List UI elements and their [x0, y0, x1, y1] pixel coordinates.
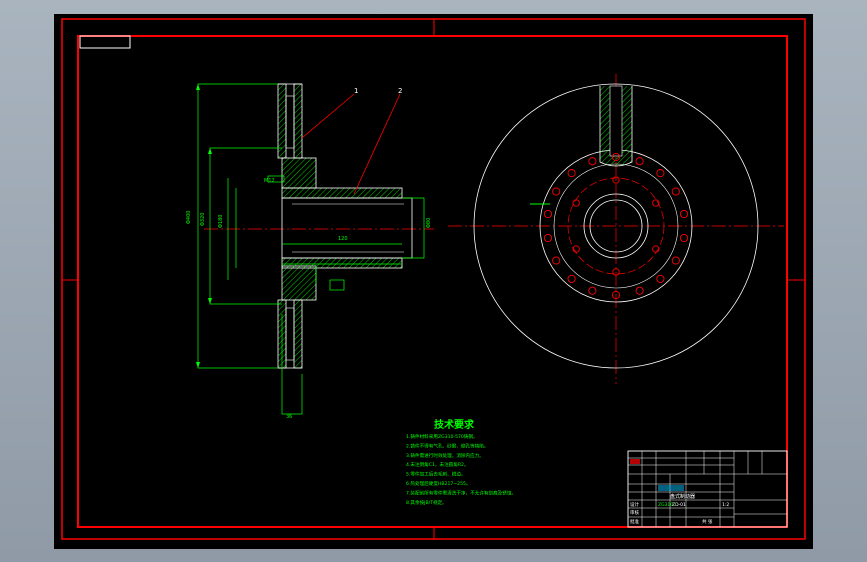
bolt-hole — [635, 286, 644, 295]
hub-sleeve-lower — [281, 257, 403, 269]
bolt-hole — [656, 274, 665, 283]
bolt-hole — [671, 187, 680, 196]
leader-line-2 — [353, 93, 401, 195]
title-block-sheet: 共 张 — [702, 518, 713, 525]
svg-text:36: 36 — [286, 414, 292, 420]
hub-flange-upper — [281, 157, 317, 189]
tech-requirement-line: 4.未注倒角C1，未注圆角R2。 — [406, 461, 469, 468]
svg-text:120: 120 — [338, 236, 348, 242]
dimension-lines — [197, 83, 425, 415]
tech-requirement-line: 1.铸件材料采用ZG310-570铸钢。 — [406, 433, 478, 440]
svg-text:Φ180: Φ180 — [218, 215, 224, 228]
bolt-hole — [572, 199, 580, 207]
svg-text:Φ80: Φ80 — [426, 218, 432, 228]
bolt-hole — [656, 169, 665, 178]
leader-tag-1: 1 — [354, 87, 358, 95]
drawing-number-box — [79, 35, 131, 49]
bolt-hole — [679, 209, 689, 219]
bolt-hole — [588, 286, 597, 295]
svg-text:Φ320: Φ320 — [200, 213, 206, 226]
tech-requirement-line: 2.铸件不得有气孔、砂眼、缩孔等缺陷。 — [406, 442, 488, 449]
bolt-hole — [552, 256, 561, 265]
svg-text:M12: M12 — [264, 178, 275, 184]
tech-requirement-line: 8.其余按JB/T规定。 — [406, 499, 447, 506]
disc-lower-vent — [285, 307, 295, 361]
sheet-border — [61, 18, 806, 540]
bolt-hole — [679, 233, 689, 243]
title-block: 盘式制动器 ZD-01 ZG310 1:2 设计 审核 批准 共 张 — [627, 450, 788, 528]
cad-viewport[interactable]: Φ400 Φ320 Φ180 Φ80 120 M12 36 1 2 技术要求 1… — [54, 14, 813, 549]
tech-requirement-line: 5.零件加工后去毛刺、锐边。 — [406, 471, 466, 478]
bolt-hole — [567, 169, 576, 178]
tech-requirements: 技术要求 1.铸件材料采用ZG310-570铸钢。 2.铸件不得有气孔、砂眼、缩孔… — [406, 418, 516, 506]
title-block-scale: 1:2 — [722, 502, 729, 508]
title-block-material: ZG310 — [658, 502, 673, 508]
bolt-lower — [329, 279, 345, 291]
tech-requirements-title: 技术要求 — [434, 418, 475, 431]
bolt-hole — [543, 233, 553, 243]
tech-requirement-line: 6.热处理后硬度HB217~255。 — [406, 480, 471, 487]
hub-flange-lower — [281, 265, 317, 301]
vent-channel — [609, 85, 623, 157]
disc-lower-right — [293, 299, 303, 369]
tech-requirement-line: 3.铸件需进行时效处理，消除内应力。 — [406, 452, 484, 459]
hub-bore — [281, 197, 413, 259]
bolt-hole — [635, 157, 644, 166]
title-block-design: 设计 — [630, 501, 639, 508]
bolt-hole — [588, 157, 597, 166]
bolt-hole — [671, 256, 680, 265]
drawing-canvas: Φ400 Φ320 Φ180 Φ80 120 M12 36 1 2 技术要求 1… — [61, 18, 806, 540]
title-block-drawing-no: ZD-01 — [672, 502, 686, 508]
title-block-part-name: 盘式制动器 — [670, 493, 695, 500]
bolt-hole — [567, 274, 576, 283]
disc-upper-vent — [285, 95, 295, 149]
bolt-hole — [552, 187, 561, 196]
title-block-approve: 批准 — [630, 518, 639, 525]
svg-text:Φ400: Φ400 — [186, 211, 192, 224]
disc-upper-left — [277, 83, 287, 159]
title-block-check: 审核 — [630, 509, 639, 516]
bolt-hole — [543, 209, 553, 219]
disc-upper-right — [293, 83, 303, 159]
tech-requirement-line: 7.装配前所有零件需清洗干净，不允许有划痕及锈蚀。 — [406, 489, 516, 496]
front-view — [448, 74, 784, 384]
hub-sleeve-upper — [281, 187, 403, 199]
leader-tag-2: 2 — [398, 87, 402, 95]
section-view: Φ400 Φ320 Φ180 Φ80 120 M12 36 1 2 — [186, 83, 434, 420]
leader-line-1 — [301, 93, 355, 139]
